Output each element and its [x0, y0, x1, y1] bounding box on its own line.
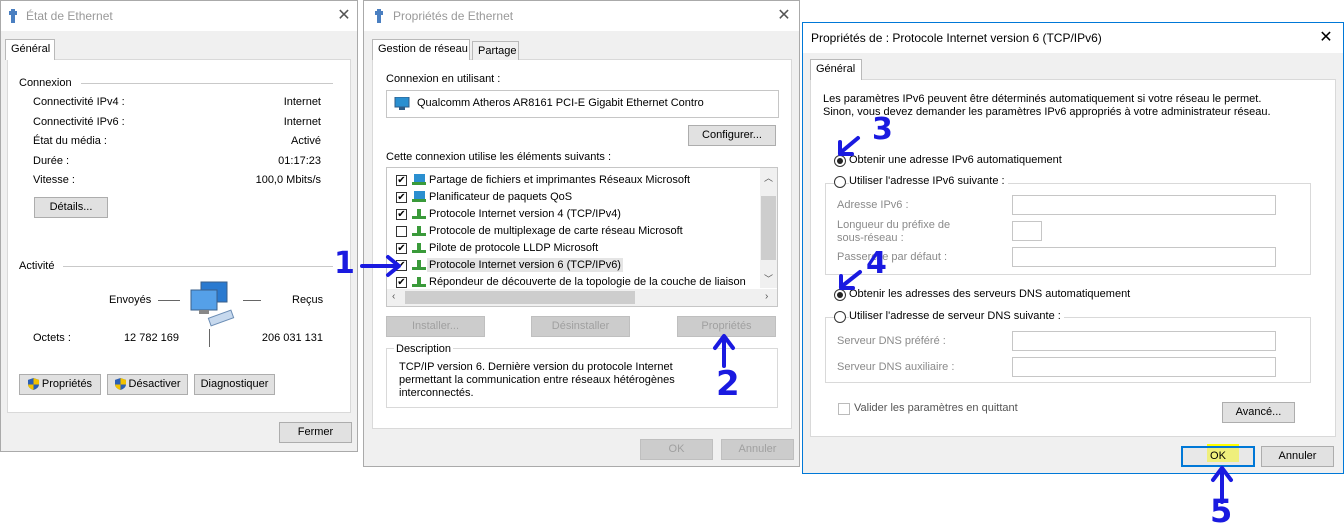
annotation-arrow-2	[713, 334, 735, 368]
annotation-arrow-3	[838, 136, 860, 156]
annotation-arrow-1	[360, 255, 401, 277]
annotation-arrows	[360, 136, 1233, 504]
annotation-number-4: 4	[866, 246, 887, 281]
annotation-number-5: 5	[1210, 492, 1233, 530]
annotation-number-2: 2	[716, 364, 740, 404]
annotation-number-3: 3	[872, 112, 893, 147]
annotation-arrow-4	[839, 270, 862, 290]
annotation-number-1: 1	[334, 246, 355, 281]
